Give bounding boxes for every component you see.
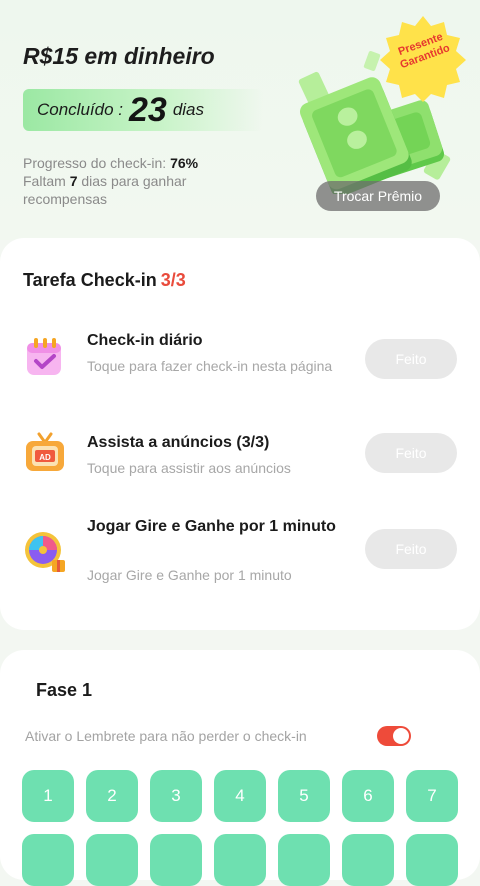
progress-value: 76% bbox=[170, 155, 199, 171]
completed-label: Concluído : bbox=[37, 100, 123, 119]
reminder-toggle[interactable] bbox=[377, 726, 411, 746]
day-tile-next-row[interactable] bbox=[22, 834, 74, 886]
reminder-label: Ativar o Lembrete para não perder o chec… bbox=[25, 728, 307, 744]
day-tile-next-row[interactable] bbox=[150, 834, 202, 886]
progress-label: Progresso do check-in: bbox=[23, 155, 171, 171]
tv-ad-icon: AD bbox=[26, 432, 64, 471]
task-watch-ads: AD Assista a anúncios (3/3) Toque para a… bbox=[0, 428, 480, 498]
day-tile-next-row[interactable] bbox=[278, 834, 330, 886]
progress-text: Progresso do check-in: 76% Faltam 7 dias… bbox=[23, 154, 263, 208]
task-title: Assista a anúncios (3/3) bbox=[87, 434, 270, 451]
tasks-title-label: Tarefa Check-in bbox=[23, 270, 157, 290]
remaining-prefix: Faltam bbox=[23, 173, 70, 189]
completed-days: 23 bbox=[129, 91, 167, 129]
reward-title: R$15 em dinheiro bbox=[23, 43, 215, 69]
task-title: Check-in diário bbox=[87, 332, 203, 349]
tasks-title: Tarefa Check-in 3/3 bbox=[23, 270, 186, 291]
day-tile[interactable]: 6 bbox=[342, 770, 394, 822]
trade-prize-button[interactable]: Trocar Prêmio bbox=[316, 181, 440, 211]
day-tile[interactable]: 4 bbox=[214, 770, 266, 822]
task-subtitle: Toque para fazer check-in nesta página bbox=[87, 358, 333, 374]
task-daily-checkin: Check-in diário Toque para fazer check-i… bbox=[0, 326, 480, 396]
reward-header: R$15 em dinheiro Concluído : 23 dias Pro… bbox=[0, 0, 480, 240]
phase-title: Fase 1 bbox=[36, 680, 93, 700]
task-subtitle: Toque para assistir aos anúncios bbox=[87, 460, 291, 476]
tasks-count: 3/3 bbox=[160, 270, 186, 290]
task-done-button[interactable]: Feito bbox=[365, 529, 457, 569]
task-subtitle: Jogar Gire e Ganhe por 1 minuto bbox=[87, 567, 292, 583]
task-done-button[interactable]: Feito bbox=[365, 433, 457, 473]
prize-wheel-icon bbox=[25, 532, 65, 572]
day-tile[interactable]: 1 bbox=[22, 770, 74, 822]
task-title: Jogar Gire e Ganhe por 1 minuto bbox=[87, 518, 336, 535]
day-tile-next-row[interactable] bbox=[86, 834, 138, 886]
day-tile-next-row[interactable] bbox=[406, 834, 458, 886]
task-done-button[interactable]: Feito bbox=[365, 339, 457, 379]
day-tile[interactable]: 5 bbox=[278, 770, 330, 822]
day-tile-next-row[interactable] bbox=[342, 834, 394, 886]
day-tile[interactable]: 3 bbox=[150, 770, 202, 822]
day-tile[interactable]: 7 bbox=[406, 770, 458, 822]
completed-pill: Concluído : 23 dias bbox=[23, 89, 263, 131]
phase-card: Fase 1 Ativar o Lembrete para não perder… bbox=[0, 650, 480, 886]
toggle-knob bbox=[393, 728, 409, 744]
day-tile[interactable]: 2 bbox=[86, 770, 138, 822]
checkin-tasks-card: Tarefa Check-in 3/3 Check-in diário Toque… bbox=[0, 238, 480, 630]
task-spin-wheel: Jogar Gire e Ganhe por 1 minuto Jogar Gi… bbox=[0, 516, 480, 586]
completed-unit: dias bbox=[172, 100, 205, 119]
svg-text:AD: AD bbox=[39, 453, 51, 462]
day-tile-next-row[interactable] bbox=[214, 834, 266, 886]
calendar-icon bbox=[27, 338, 61, 375]
